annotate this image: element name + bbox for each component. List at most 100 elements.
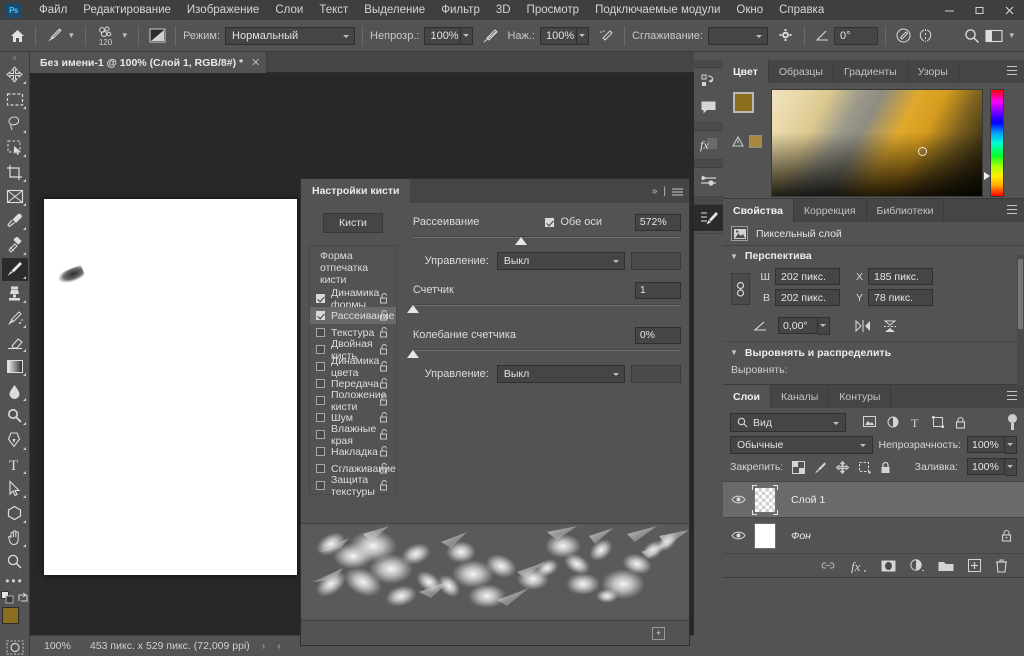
layer-row-1[interactable]: Слой 1 <box>723 481 1024 517</box>
count-jitter-slider[interactable] <box>406 347 681 361</box>
rail-drag-handle[interactable] <box>694 123 723 131</box>
link-layers-icon[interactable] <box>820 560 836 571</box>
flip-vertical-icon[interactable] <box>882 319 898 334</box>
lock-artboard-icon[interactable] <box>858 461 871 474</box>
lock-open-icon[interactable] <box>379 361 389 372</box>
opacity-input[interactable]: 100% <box>424 26 462 45</box>
home-icon[interactable] <box>6 25 28 47</box>
hue-slider-thumb[interactable] <box>984 172 990 180</box>
tab-layers[interactable]: Слои <box>723 385 771 408</box>
layer-name[interactable]: Фон <box>791 530 811 542</box>
scatter-control-select[interactable]: Выкл <box>496 252 625 270</box>
menu-item-file[interactable]: Файл <box>31 0 75 20</box>
checkbox[interactable] <box>316 447 325 456</box>
delete-layer-icon[interactable] <box>995 559 1008 573</box>
tab-paths[interactable]: Контуры <box>829 385 892 408</box>
workspace-caret[interactable]: ▾ <box>1009 30 1014 41</box>
symmetry-icon[interactable] <box>915 25 937 47</box>
brush-dropdown-caret[interactable]: ▾ <box>69 30 74 41</box>
panel-menu-icon[interactable] <box>1007 391 1017 400</box>
layer-fill-input[interactable]: 100% <box>967 458 1005 475</box>
foreground-color-swatch[interactable] <box>733 92 754 113</box>
layer-thumbnail[interactable] <box>749 484 783 515</box>
layer-mask-icon[interactable] <box>881 560 896 572</box>
expand-toolbar-icon[interactable]: » <box>12 52 16 63</box>
new-layer-icon[interactable] <box>968 559 981 572</box>
lock-open-icon[interactable] <box>379 429 389 440</box>
object-selection-tool[interactable] <box>2 136 28 159</box>
height-input[interactable]: 202 пикс. <box>775 289 840 306</box>
color-swatches[interactable] <box>1 607 28 635</box>
brush-option-wet-edges[interactable]: Влажные края <box>310 423 396 447</box>
properties-scrollbar[interactable] <box>1017 255 1024 391</box>
menu-item-plugins[interactable]: Подключаемые модули <box>587 0 728 20</box>
rail-drag-handle[interactable] <box>694 197 723 205</box>
flow-input[interactable]: 100% <box>540 26 577 45</box>
checkbox[interactable] <box>316 413 325 422</box>
checkbox[interactable] <box>316 328 325 337</box>
count-slider[interactable] <box>406 302 681 316</box>
quick-mask-icon[interactable] <box>5 639 25 656</box>
brush-tip-shape-label[interactable]: Форма отпечатка кисти <box>310 246 396 290</box>
gradient-tool[interactable] <box>2 355 28 378</box>
filter-toggle-icon[interactable] <box>1008 414 1017 431</box>
menu-item-window[interactable]: Окно <box>728 0 771 20</box>
scrollbar-thumb[interactable] <box>1018 259 1023 329</box>
airbrush-icon[interactable] <box>595 25 617 47</box>
tab-patterns[interactable]: Узоры <box>908 60 959 83</box>
tab-color[interactable]: Цвет <box>723 60 769 83</box>
rail-drag-handle[interactable] <box>694 60 723 68</box>
checkbox[interactable] <box>316 379 325 388</box>
rail-drag-handle[interactable] <box>694 160 723 168</box>
layer-row-2[interactable]: Фон <box>723 517 1024 553</box>
eye-icon[interactable] <box>727 494 749 505</box>
menu-item-edit[interactable]: Редактирование <box>75 0 179 20</box>
more-tools-icon[interactable]: ••• <box>5 574 24 589</box>
lock-all-icon[interactable] <box>1001 529 1012 542</box>
lock-open-icon[interactable] <box>379 293 389 304</box>
align-section-header[interactable]: ▼ Выровнять и распределить <box>723 341 1024 361</box>
document-tab[interactable]: Без имени-1 @ 100% (Слой 1, RGB/8#) * ✕ <box>30 52 268 73</box>
smart-object-filter-icon[interactable] <box>955 416 966 429</box>
scatter-value[interactable]: 572% <box>634 213 681 231</box>
hand-tool[interactable] <box>2 526 28 549</box>
menu-item-3d[interactable]: 3D <box>488 0 519 20</box>
flow-caret[interactable] <box>577 26 589 45</box>
menu-item-filter[interactable]: Фильтр <box>433 0 488 20</box>
checkbox[interactable] <box>316 481 325 490</box>
width-input[interactable]: 202 пикс. <box>775 268 840 285</box>
collapse-icon[interactable]: » <box>652 186 658 197</box>
brush-option-protect-texture[interactable]: Защита текстуры <box>310 474 396 498</box>
panel-menu-icon[interactable] <box>672 187 683 196</box>
lock-all-icon[interactable] <box>880 461 891 474</box>
menu-item-text[interactable]: Текст <box>311 0 356 20</box>
frame-tool[interactable] <box>2 185 28 208</box>
layer-opacity-caret[interactable] <box>1005 436 1017 454</box>
eraser-tool[interactable] <box>2 331 28 354</box>
lock-open-icon[interactable] <box>379 463 389 474</box>
panel-menu-icon[interactable] <box>1007 66 1017 75</box>
brush-preset-size[interactable]: 120 <box>93 25 119 47</box>
lock-open-icon[interactable] <box>379 327 389 338</box>
y-input[interactable]: 78 пикс. <box>868 289 933 306</box>
brush-settings-icon[interactable] <box>694 205 723 231</box>
menu-item-layers[interactable]: Слои <box>267 0 311 20</box>
close-icon[interactable]: ✕ <box>251 56 260 69</box>
slider-thumb[interactable] <box>406 305 419 313</box>
history-brush-tool[interactable] <box>2 306 28 329</box>
menu-item-view[interactable]: Просмотр <box>519 0 588 20</box>
angle-input[interactable]: 0,00° <box>778 317 818 334</box>
lasso-tool[interactable] <box>2 112 28 135</box>
dodge-tool[interactable] <box>2 404 28 427</box>
brush-size-caret[interactable]: ▾ <box>123 30 128 41</box>
layer-thumbnail[interactable] <box>749 521 783 551</box>
menu-item-image[interactable]: Изображение <box>179 0 267 20</box>
gamut-swatch[interactable] <box>749 135 762 148</box>
crop-tool[interactable] <box>2 160 28 183</box>
type-filter-icon[interactable]: T <box>910 416 921 429</box>
layer-fill-caret[interactable] <box>1005 458 1017 476</box>
lock-open-icon[interactable] <box>379 395 389 406</box>
foreground-color-swatch[interactable] <box>1 607 19 625</box>
checkbox[interactable] <box>316 294 325 303</box>
spot-healing-brush-tool[interactable] <box>2 233 28 256</box>
